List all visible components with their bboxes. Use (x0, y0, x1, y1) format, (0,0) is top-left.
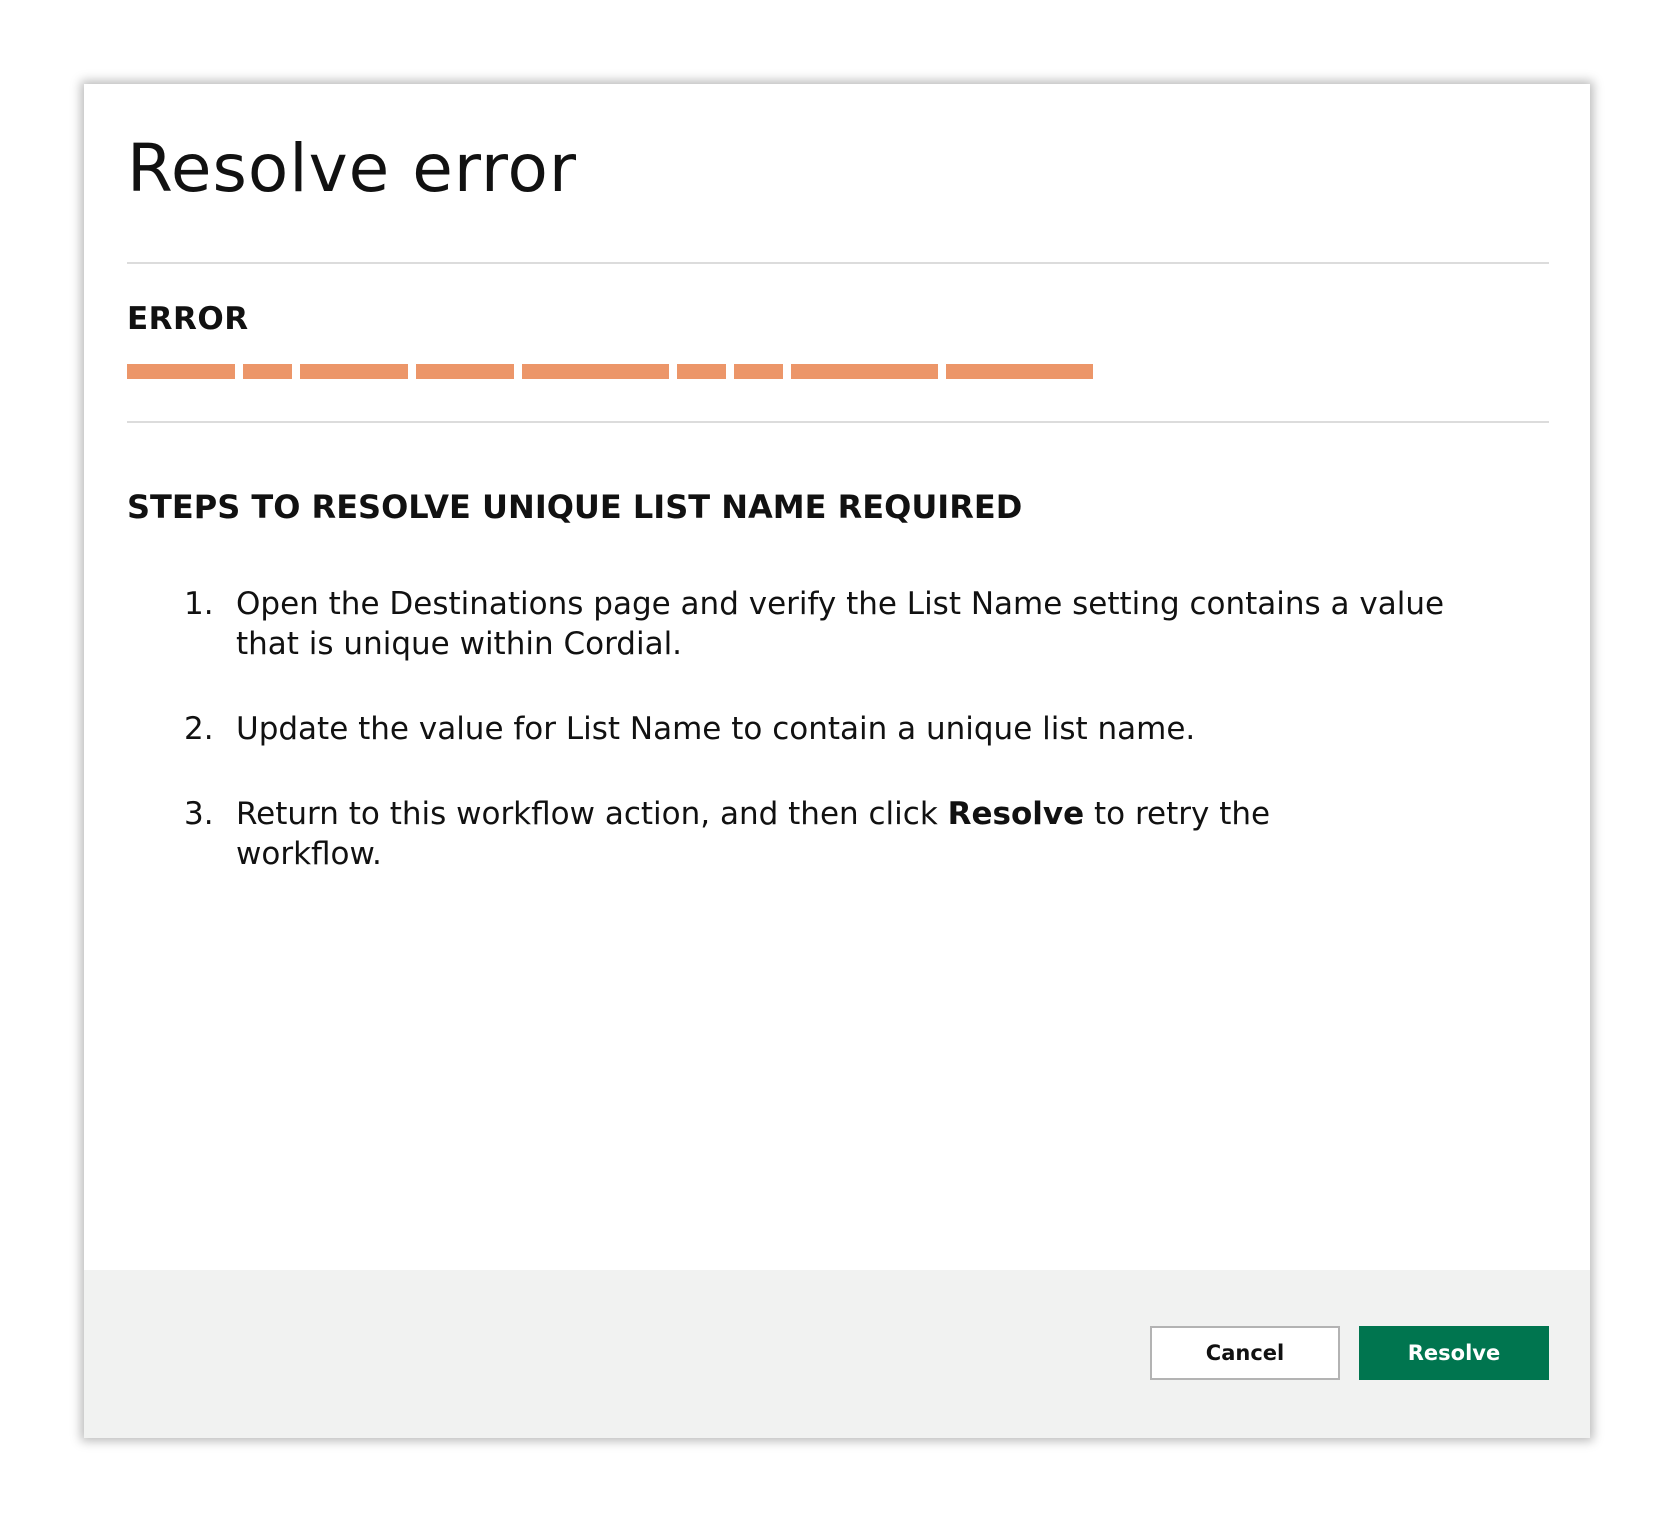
redaction-block (127, 364, 235, 379)
redaction-block (522, 364, 669, 379)
error-label: ERROR (127, 301, 249, 337)
step-item: 3. Return to this workflow action, and t… (184, 794, 1504, 874)
steps-list: 1. Open the Destinations page and verify… (184, 584, 1504, 919)
redaction-block (734, 364, 783, 379)
redaction-block (946, 364, 1093, 379)
step-item: 1. Open the Destinations page and verify… (184, 584, 1504, 664)
resolve-button[interactable]: Resolve (1359, 1326, 1549, 1380)
resolve-emphasis: Resolve (947, 796, 1085, 832)
step-item: 2. Update the value for List Name to con… (184, 709, 1504, 749)
step-text: Update the value for List Name to contai… (236, 711, 1196, 747)
step-text: Return to this workflow action, and then… (236, 794, 1286, 874)
steps-heading: STEPS TO RESOLVE UNIQUE LIST NAME REQUIR… (127, 488, 1023, 526)
cancel-button[interactable]: Cancel (1150, 1326, 1340, 1380)
step-text: Open the Destinations page and verify th… (236, 586, 1445, 662)
dialog-footer: Cancel Resolve (84, 1270, 1590, 1438)
redaction-block (300, 364, 408, 379)
step-text-before: Return to this workflow action, and then… (236, 796, 948, 832)
step-number: 3. (184, 796, 214, 832)
step-number: 2. (184, 711, 214, 747)
dialog-title: Resolve error (127, 130, 578, 207)
redaction-block (243, 364, 292, 379)
step-number: 1. (184, 586, 214, 622)
redaction-block (416, 364, 514, 379)
header-divider (127, 262, 1549, 264)
redaction-block (677, 364, 726, 379)
section-divider (127, 421, 1549, 423)
redaction-block (791, 364, 938, 379)
resolve-error-dialog: Resolve error ERROR STEPS TO RESOLVE UNI… (84, 84, 1590, 1438)
redacted-error-message (127, 364, 1101, 379)
